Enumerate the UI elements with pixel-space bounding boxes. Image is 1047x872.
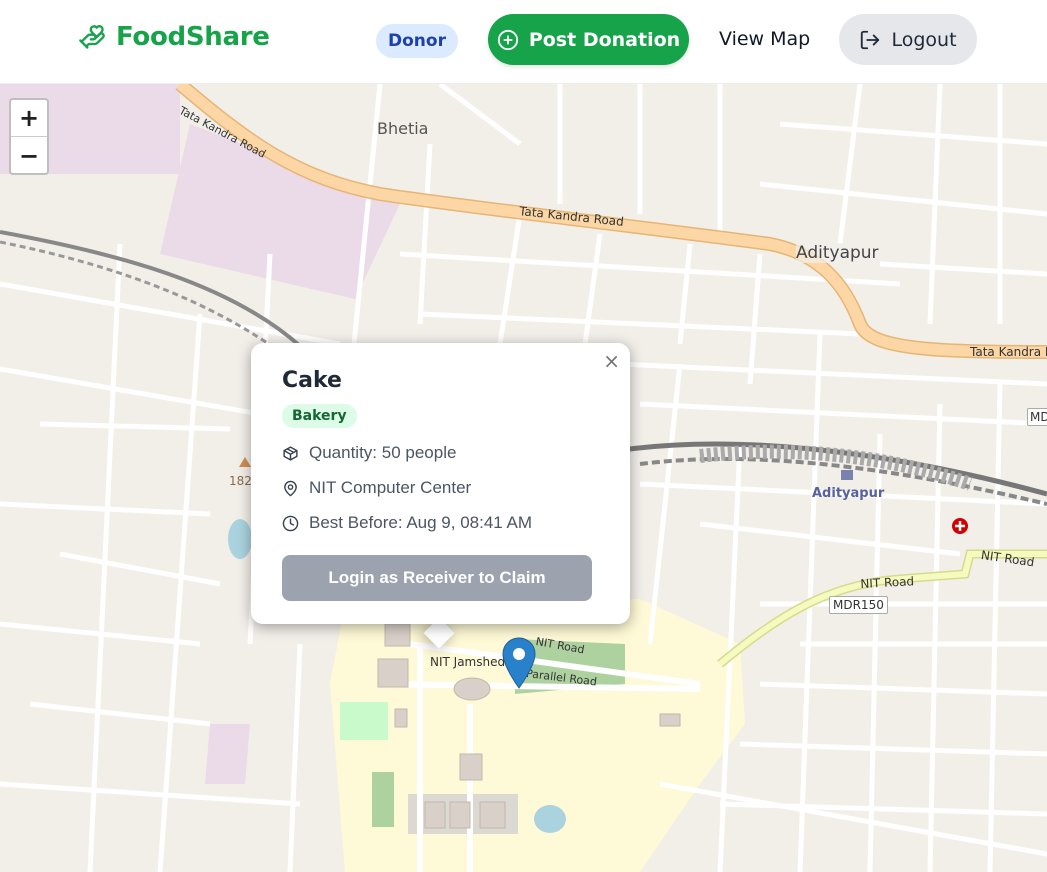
brand-logo-link[interactable]: FoodShare <box>78 22 270 52</box>
package-icon <box>283 445 298 461</box>
location-text: NIT Computer Center <box>309 478 472 497</box>
logout-icon <box>861 30 880 49</box>
best-before-row: Best Before: Aug 9, 08:41 AM <box>282 513 532 533</box>
map-canvas[interactable]: Bhetia Tata Kandra Road Tata Kandra Road… <box>0 84 1047 872</box>
map-label-mdr150: MDR150 <box>829 596 888 614</box>
station-icon <box>841 470 853 480</box>
post-donation-label: Post Donation <box>528 28 681 51</box>
top-navbar: FoodShare Donor Post Donation View Map L… <box>0 0 1047 84</box>
zoom-out-button[interactable]: − <box>11 137 47 174</box>
quantity-text: Quantity: 50 people <box>309 443 457 462</box>
plus-circle-icon <box>497 29 518 50</box>
map-label-campus: NIT Jamshed <box>430 655 506 669</box>
role-badge: Donor <box>376 24 458 58</box>
industrial-area <box>205 724 250 784</box>
peak-icon <box>239 457 251 467</box>
brand-name: FoodShare <box>116 22 270 52</box>
logout-label: Logout <box>891 28 957 51</box>
donation-popup: × Cake Bakery Quantity: 50 people NIT Co… <box>251 343 630 624</box>
location-marker-icon[interactable] <box>502 637 536 689</box>
water-area <box>228 519 252 559</box>
popup-close-button[interactable]: × <box>603 349 620 373</box>
park-area <box>340 702 388 740</box>
park-area <box>372 772 394 827</box>
map-label-adityapur: Adityapur <box>796 243 879 263</box>
map-label-station: Adityapur <box>812 486 885 501</box>
map-label-bhetia: Bhetia <box>377 119 429 138</box>
map-pin-icon <box>284 480 297 496</box>
location-row: NIT Computer Center <box>282 478 471 498</box>
best-before-text: Best Before: Aug 9, 08:41 AM <box>309 513 533 532</box>
map-label-md: MD <box>1027 408 1047 426</box>
zoom-control: + − <box>9 98 49 175</box>
claim-button[interactable]: Login as Receiver to Claim <box>282 555 592 601</box>
map-label-elevation: 182 <box>229 474 252 488</box>
view-map-link[interactable]: View Map <box>719 28 810 50</box>
logout-button[interactable]: Logout <box>839 14 977 65</box>
donation-title: Cake <box>282 368 342 393</box>
post-donation-button[interactable]: Post Donation <box>488 14 689 65</box>
quantity-row: Quantity: 50 people <box>282 443 456 463</box>
hand-heart-icon <box>79 25 105 49</box>
zoom-in-button[interactable]: + <box>11 100 47 137</box>
category-badge: Bakery <box>282 404 357 428</box>
map-label-road: Tata Kandra R <box>970 345 1047 359</box>
map-label-road: NIT Road <box>860 574 915 591</box>
clock-icon <box>282 515 299 531</box>
water-area <box>534 805 566 833</box>
